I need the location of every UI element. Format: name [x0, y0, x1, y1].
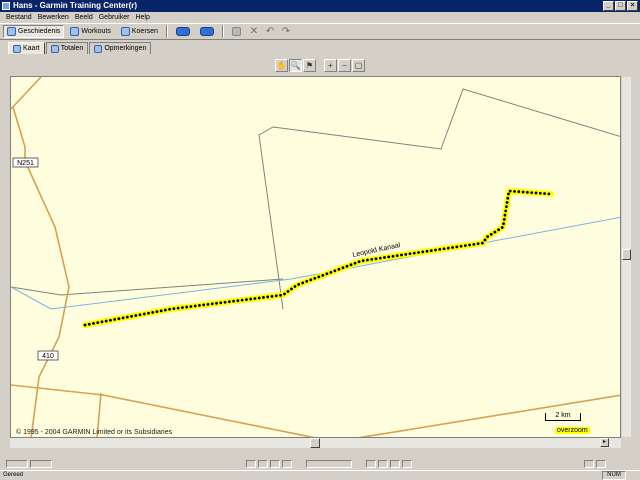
- tab-opmerkingen[interactable]: Opmerkingen: [89, 42, 152, 54]
- menu-bewerken[interactable]: Bewerken: [35, 12, 72, 23]
- map-view[interactable]: N251 410 Leopold Kanaal © 1995 - 2004 GA…: [10, 76, 621, 438]
- bottom-panel-cell[interactable]: [246, 460, 256, 468]
- menu-bar: Bestand Bewerken Beeld Gebruiker Help: [0, 12, 640, 23]
- bottom-panel-cell[interactable]: [258, 460, 268, 468]
- main-toolbar: Geschiedenis Workouts Koersen ✕ ↶ ↷: [0, 23, 640, 40]
- bottom-panel-cell[interactable]: [270, 460, 280, 468]
- bottom-panel-cell[interactable]: [366, 460, 376, 468]
- tab-totalen-label: Totalen: [60, 45, 84, 52]
- workouts-icon: [70, 27, 80, 36]
- road-shield-n251: N251: [12, 157, 39, 168]
- bottom-panel-cell[interactable]: [378, 460, 388, 468]
- scale-label: 2 km: [555, 412, 571, 419]
- table-icon: [50, 44, 59, 53]
- map-icon: [13, 44, 21, 53]
- app-icon: [2, 2, 10, 10]
- bottom-panel-cell[interactable]: [306, 460, 352, 468]
- bottom-controls: [0, 459, 640, 469]
- pan-tool-button[interactable]: ✋: [275, 58, 288, 72]
- canal: [11, 216, 620, 310]
- delete-icon[interactable]: ✕: [247, 26, 261, 37]
- workouts-label: Workouts: [81, 28, 111, 35]
- status-text: Gereed: [3, 472, 24, 478]
- undo-icon[interactable]: ↶: [263, 26, 277, 37]
- history-icon: [7, 27, 16, 36]
- road: [24, 160, 70, 437]
- road-label-410: 410: [42, 353, 54, 360]
- horizontal-scroll-thumb[interactable]: [310, 438, 320, 448]
- courses-icon: [120, 27, 130, 36]
- road-shield-410: 410: [37, 350, 59, 361]
- redo-icon[interactable]: ↷: [279, 26, 293, 37]
- region-border: [11, 278, 284, 296]
- maximize-button[interactable]: □: [615, 1, 626, 11]
- notes-icon: [94, 44, 103, 53]
- zoom-out-button[interactable]: −: [338, 58, 351, 72]
- menu-gebruiker[interactable]: Gebruiker: [96, 12, 133, 23]
- view-tabs: Kaart Totalen Opmerkingen: [0, 41, 640, 54]
- send-to-device-icon: [175, 27, 190, 36]
- select-tool-button[interactable]: 🔍: [289, 58, 302, 72]
- bottom-panel-cell[interactable]: [584, 460, 594, 468]
- minimize-button[interactable]: _: [603, 1, 614, 11]
- tab-kaart-label: Kaart: [23, 45, 40, 52]
- toolbar-separator: [165, 25, 168, 38]
- map-toolbar: ✋ 🔍 ⚑ + − ▢: [0, 55, 640, 75]
- map-canvas: N251 410 Leopold Kanaal: [11, 77, 620, 437]
- menu-beeld[interactable]: Beeld: [72, 12, 96, 23]
- map-horizontal-scrollbar[interactable]: ▸: [10, 438, 621, 448]
- map-vertical-scrollbar[interactable]: [621, 76, 632, 438]
- menu-help[interactable]: Help: [132, 12, 152, 23]
- bottom-panel-cell[interactable]: [390, 460, 400, 468]
- vertical-scroll-thumb[interactable]: [622, 249, 631, 260]
- bottom-panel-cell[interactable]: [30, 460, 52, 468]
- tab-totalen[interactable]: Totalen: [45, 42, 89, 54]
- receive-from-device-icon: [199, 27, 214, 36]
- tab-kaart[interactable]: Kaart: [8, 42, 45, 54]
- road: [11, 77, 42, 110]
- zoom-fit-button[interactable]: ▢: [352, 58, 365, 72]
- koersen-button[interactable]: Koersen: [117, 25, 162, 38]
- window-controls: _ □ ×: [603, 1, 638, 11]
- map-copyright: © 1995 - 2004 GARMIN Limited or its Subs…: [16, 429, 173, 436]
- toolbar-separator: [221, 25, 224, 38]
- window-title: Hans - Garmin Training Center(r): [13, 1, 138, 10]
- status-bar: Gereed NUM: [0, 470, 640, 480]
- bottom-panel-cell[interactable]: [282, 460, 292, 468]
- overzoom-label: overzoom: [555, 427, 590, 434]
- bottom-panel-cell[interactable]: [402, 460, 412, 468]
- send-to-device-button[interactable]: [172, 25, 194, 38]
- geschiedenis-label: Geschiedenis: [18, 28, 61, 35]
- track-highlight: [82, 188, 554, 328]
- koersen-label: Koersen: [131, 28, 158, 35]
- close-button[interactable]: ×: [627, 1, 638, 11]
- bottom-panel-cell[interactable]: [596, 460, 606, 468]
- num-lock-indicator: NUM: [602, 471, 626, 480]
- zoom-in-button[interactable]: +: [324, 58, 337, 72]
- track-dots: [83, 189, 553, 327]
- tab-opmerkingen-label: Opmerkingen: [104, 45, 147, 52]
- new-item-icon: [231, 27, 241, 36]
- scroll-right-button[interactable]: ▸: [600, 438, 609, 447]
- receive-from-device-button[interactable]: [196, 25, 218, 38]
- flag-tool-button[interactable]: ⚑: [303, 58, 316, 72]
- title-bar: Hans - Garmin Training Center(r) _ □ ×: [0, 0, 640, 12]
- bottom-panel-cell[interactable]: [6, 460, 28, 468]
- road: [12, 106, 26, 161]
- workouts-button[interactable]: Workouts: [66, 25, 114, 38]
- menu-bestand[interactable]: Bestand: [3, 12, 35, 23]
- new-item-button[interactable]: [228, 25, 245, 38]
- geschiedenis-button[interactable]: Geschiedenis: [3, 25, 65, 38]
- road-label-n251: N251: [17, 160, 34, 167]
